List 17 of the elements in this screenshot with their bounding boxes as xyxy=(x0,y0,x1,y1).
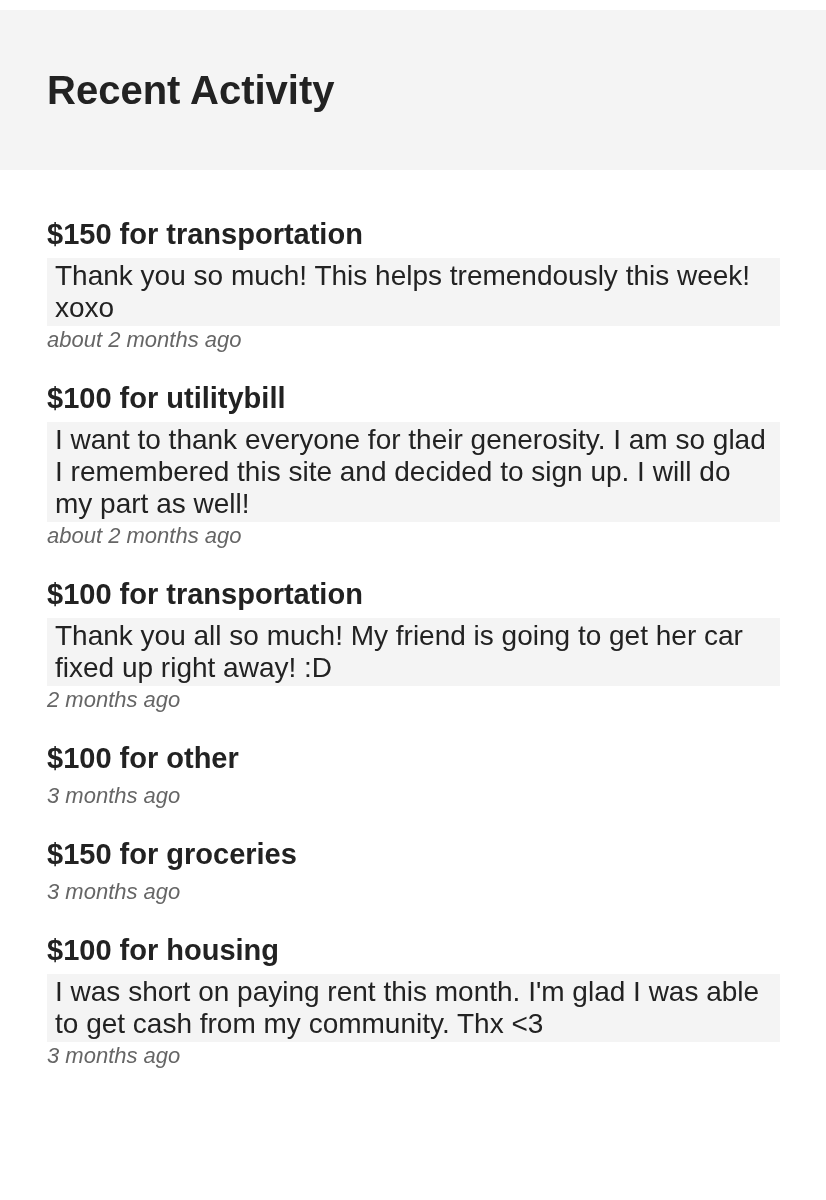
activity-title: $100 for transportation xyxy=(47,577,363,612)
activity-title: $100 for utilitybill xyxy=(47,381,286,416)
activity-time: 3 months ago xyxy=(47,782,181,810)
activity-message: Thank you all so much! My friend is going to get her car fixed up right away! :D xyxy=(47,618,780,686)
activity-time: about 2 months ago xyxy=(47,522,242,550)
activity-message: I want to thank everyone for their generosity. I am so glad I remembered this site and decided to sign up. I will do my part as well! xyxy=(47,422,780,522)
activity-title: $150 for transportation xyxy=(47,217,363,252)
activity-time: about 2 months ago xyxy=(47,326,242,354)
activity-time: 3 months ago xyxy=(47,878,181,906)
activity-title: $100 for housing xyxy=(47,933,280,968)
page-title: Recent Activity xyxy=(47,70,335,110)
activity-title: $100 for other xyxy=(47,741,239,776)
activity-title: $150 for groceries xyxy=(47,837,297,872)
activity-message: I was short on paying rent this month. I'm glad I was able to get cash from my community. Thx <3 xyxy=(47,974,780,1042)
activity-time: 2 months ago xyxy=(47,686,181,714)
activity-message: Thank you so much! This helps tremendously this week! xoxo xyxy=(47,258,780,326)
activity-time: 3 months ago xyxy=(47,1042,181,1070)
